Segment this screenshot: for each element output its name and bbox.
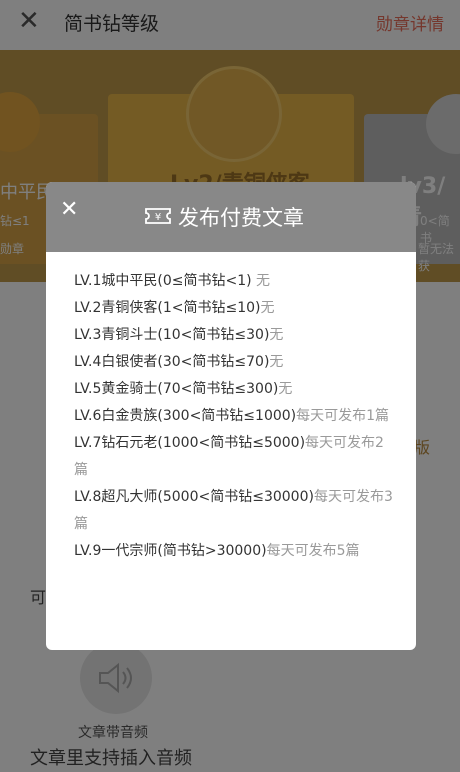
level-name: LV.4白银使者(30<简书钻≤70) — [74, 354, 270, 370]
level-name: LV.8超凡大师(5000<简书钻≤30000) — [74, 489, 314, 505]
list-item: LV.3青铜斗士(10<简书钻≤30)无 — [74, 322, 394, 349]
level-permission: 每天可发布1篇 — [296, 408, 390, 424]
close-icon[interactable]: ✕ — [60, 198, 78, 222]
level-name: LV.5黄金骑士(70<简书钻≤300) — [74, 381, 279, 397]
list-item: LV.1城中平民(0≤简书钻<1) 无 — [74, 268, 394, 295]
modal-title: 发布付费文章 — [178, 206, 304, 230]
ticket-yuan-icon: ¥ — [144, 206, 172, 230]
level-name: LV.1城中平民(0≤简书钻<1) — [74, 273, 252, 289]
level-name: LV.2青铜侠客(1<简书钻≤10) — [74, 300, 261, 316]
svg-text:¥: ¥ — [155, 212, 161, 223]
modal-header: ✕ ¥ 发布付费文章 — [46, 182, 416, 252]
list-item: LV.9一代宗师(简书钻>30000)每天可发布5篇 — [74, 538, 394, 565]
level-permission: 无 — [251, 273, 271, 289]
level-permission: 无 — [260, 300, 275, 316]
list-item: LV.6白金贵族(300<简书钻≤1000)每天可发布1篇 — [74, 403, 394, 430]
level-list: LV.1城中平民(0≤简书钻<1) 无 LV.2青铜侠客(1<简书钻≤10)无 … — [74, 268, 394, 565]
list-item: LV.5黄金骑士(70<简书钻≤300)无 — [74, 376, 394, 403]
level-permission: 每天可发布5篇 — [266, 543, 360, 559]
list-item: LV.7钻石元老(1000<简书钻≤5000)每天可发布2篇 — [74, 430, 394, 484]
paid-article-modal: ✕ ¥ 发布付费文章 LV.1城中平民(0≤简书钻<1) 无 LV.2青铜侠客(… — [46, 182, 416, 650]
level-permission: 无 — [278, 381, 293, 397]
level-name: LV.9一代宗师(简书钻>30000) — [74, 543, 267, 559]
level-permission: 无 — [269, 354, 284, 370]
level-name: LV.3青铜斗士(10<简书钻≤30) — [74, 327, 270, 343]
list-item: LV.2青铜侠客(1<简书钻≤10)无 — [74, 295, 394, 322]
level-name: LV.7钻石元老(1000<简书钻≤5000) — [74, 435, 306, 451]
level-name: LV.6白金贵族(300<简书钻≤1000) — [74, 408, 297, 424]
list-item: LV.4白银使者(30<简书钻≤70)无 — [74, 349, 394, 376]
list-item: LV.8超凡大师(5000<简书钻≤30000)每天可发布3篇 — [74, 484, 394, 538]
level-permission: 无 — [269, 327, 284, 343]
